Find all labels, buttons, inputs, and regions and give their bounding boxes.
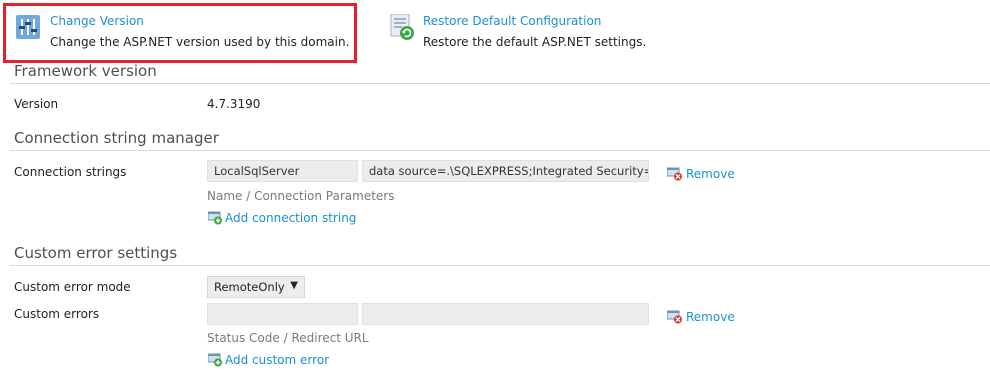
remove-icon (666, 167, 683, 181)
restore-default-description: Restore the default ASP.NET settings. (423, 35, 647, 49)
add-connection-link[interactable]: Add connection string (225, 211, 356, 225)
status-code-input[interactable] (207, 303, 358, 325)
custom-errors-hint: Status Code / Redirect URL (207, 331, 369, 345)
add-icon (207, 211, 224, 225)
connection-name-input[interactable]: LocalSqlServer (207, 160, 358, 182)
sliders-icon (16, 15, 40, 39)
custom-error-mode-select[interactable]: RemoteOnly ▼ (207, 276, 305, 298)
custom-error-mode-value: RemoteOnly (214, 280, 285, 294)
connection-section-title: Connection string manager (14, 129, 219, 147)
custom-errors-label: Custom errors (14, 307, 100, 321)
section-divider (10, 150, 990, 151)
redirect-url-input[interactable] (362, 303, 649, 325)
add-icon (207, 353, 224, 367)
connection-hint: Name / Connection Parameters (207, 189, 395, 203)
version-label: Version (14, 97, 59, 111)
connection-params-input[interactable]: data source=.\SQLEXPRESS;Integrated Secu… (362, 160, 649, 182)
framework-section-title: Framework version (14, 62, 157, 80)
version-value: 4.7.3190 (207, 97, 261, 111)
custom-errors-section-title: Custom error settings (14, 244, 178, 262)
change-version-link[interactable]: Change Version (50, 14, 144, 28)
restore-config-icon (390, 13, 414, 40)
section-divider (10, 265, 990, 266)
section-divider (10, 83, 990, 84)
remove-connection-link[interactable]: Remove (686, 167, 735, 181)
remove-custom-error-link[interactable]: Remove (686, 310, 735, 324)
add-custom-error-link[interactable]: Add custom error (225, 353, 329, 367)
custom-error-mode-label: Custom error mode (14, 280, 131, 294)
change-version-description: Change the ASP.NET version used by this … (50, 35, 350, 49)
restore-default-link[interactable]: Restore Default Configuration (423, 14, 601, 28)
connection-strings-label: Connection strings (14, 165, 127, 179)
highlight-frame (3, 3, 357, 63)
dropdown-caret-icon: ▼ (290, 280, 298, 291)
remove-icon (666, 310, 683, 324)
